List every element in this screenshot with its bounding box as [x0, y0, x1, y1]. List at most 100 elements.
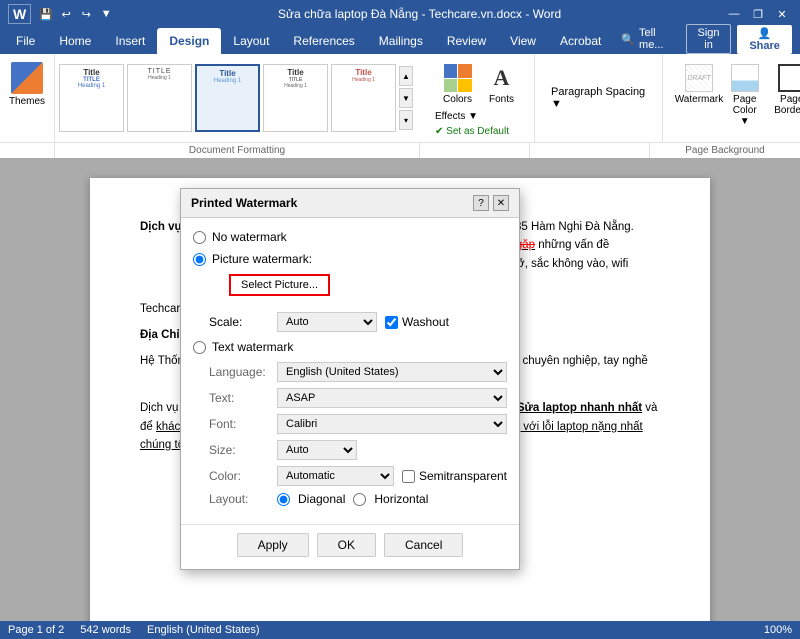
theme-item-2[interactable]: TITLE Heading 1	[127, 64, 192, 132]
horizontal-radio[interactable]	[353, 493, 366, 506]
no-watermark-label[interactable]: No watermark	[212, 230, 287, 244]
theme-item-4[interactable]: Title TITLE Heading 1	[263, 64, 328, 132]
tab-references[interactable]: References	[281, 28, 366, 54]
page-background-section: DRAFT Watermark Page Color ▼ Page B	[671, 54, 800, 142]
save-btn[interactable]: 💾	[37, 5, 55, 23]
page-color-preview	[731, 64, 759, 92]
paragraph-spacing-button[interactable]: Paragraph Spacing ▼	[551, 85, 654, 111]
tab-file[interactable]: File	[4, 28, 47, 54]
theme-item-3[interactable]: Title Heading 1	[195, 64, 260, 132]
paragraph-spacing-section: Paragraph Spacing ▼	[543, 54, 663, 142]
text-select[interactable]: ASAP	[277, 388, 507, 408]
page-borders-button[interactable]: Page Borders	[770, 58, 800, 131]
washout-label[interactable]: Washout	[402, 315, 449, 329]
gallery-scroll-down[interactable]: ▼	[399, 88, 413, 108]
color-swatch-1	[444, 64, 458, 78]
language-select[interactable]: English (United States)	[277, 362, 507, 382]
tab-home[interactable]: Home	[47, 28, 103, 54]
title-bar-controls: — ❐ ✕	[724, 4, 792, 24]
picture-watermark-label[interactable]: Picture watermark:	[212, 252, 312, 266]
themes-section-label	[0, 143, 55, 158]
page-bg-buttons: DRAFT Watermark Page Color ▼ Page B	[679, 58, 800, 131]
tab-view[interactable]: View	[498, 28, 548, 54]
effects-button[interactable]: Effects ▼	[431, 110, 528, 123]
close-btn[interactable]: ✕	[772, 4, 792, 24]
washout-checkbox[interactable]	[385, 316, 398, 329]
signin-button[interactable]: Sign in	[686, 24, 732, 54]
redo-btn[interactable]: ↪	[77, 5, 95, 23]
watermark-label: Watermark	[675, 94, 724, 105]
restore-btn[interactable]: ❐	[748, 4, 768, 24]
diagonal-radio[interactable]	[277, 493, 290, 506]
tab-acrobat[interactable]: Acrobat	[548, 28, 613, 54]
colors-icon	[442, 62, 474, 94]
scale-select[interactable]: Auto	[277, 312, 377, 332]
tell-me-input[interactable]: 🔍 Tell me...	[613, 25, 679, 53]
select-picture-button[interactable]: Select Picture...	[229, 274, 330, 296]
theme-item-1[interactable]: Title TITLE Heading 1	[59, 64, 124, 132]
language-field-label: Language:	[209, 365, 269, 379]
gallery-scroll-more[interactable]: ▾	[399, 110, 413, 130]
ribbon-right: 🔍 Tell me... Sign in 👤 Share	[613, 24, 800, 54]
color-row: Color: Automatic Semitransparent	[209, 466, 507, 486]
page-color-button[interactable]: Page Color ▼	[723, 58, 766, 131]
layout-field-label: Layout:	[209, 492, 269, 506]
color-swatch-3	[444, 79, 458, 93]
picture-watermark-radio[interactable]	[193, 253, 206, 266]
set-default-button[interactable]: ✔ Set as Default	[431, 125, 528, 138]
font-select[interactable]: Calibri	[277, 414, 507, 434]
page-info: Page 1 of 2	[8, 624, 64, 636]
status-right: 100%	[764, 624, 792, 636]
layout-row: Layout: Diagonal Horizontal	[209, 492, 507, 506]
color-select[interactable]: Automatic	[277, 466, 394, 486]
page-color-label: Page Color ▼	[727, 94, 762, 127]
quick-access-toolbar: 💾 ↩ ↪ ▼	[37, 5, 115, 23]
colors-button[interactable]: Colors	[438, 58, 478, 109]
gallery-scroll-up[interactable]: ▲	[399, 66, 413, 86]
language-row: Language: English (United States)	[209, 362, 507, 382]
color-field-label: Color:	[209, 469, 269, 483]
themes-gallery: Title TITLE Heading 1 TITLE Heading 1	[59, 58, 413, 138]
semitransparent-label[interactable]: Semitransparent	[419, 469, 507, 483]
fonts-button[interactable]: A Fonts	[482, 58, 522, 109]
size-select[interactable]: Auto	[277, 440, 357, 460]
paragraph-spacing-label: Paragraph Spacing ▼	[551, 86, 654, 110]
semitransparent-checkbox[interactable]	[402, 470, 415, 483]
undo-btn[interactable]: ↩	[57, 5, 75, 23]
dialog-footer: Apply OK Cancel	[181, 524, 519, 569]
font-row: Font: Calibri	[209, 414, 507, 434]
dialog-title: Printed Watermark	[191, 196, 297, 210]
diagonal-label[interactable]: Diagonal	[298, 492, 345, 506]
scale-row: Scale: Auto Washout	[209, 312, 507, 332]
zoom-level: 100%	[764, 624, 792, 636]
text-watermark-radio[interactable]	[193, 341, 206, 354]
dialog-help-btn[interactable]: ?	[473, 195, 489, 211]
watermark-button[interactable]: DRAFT Watermark	[679, 58, 719, 131]
theme-item-5[interactable]: Title Heading 1	[331, 64, 396, 132]
minimize-btn[interactable]: —	[724, 4, 744, 24]
tab-review[interactable]: Review	[435, 28, 498, 54]
no-watermark-radio[interactable]	[193, 231, 206, 244]
tab-layout[interactable]: Layout	[221, 28, 281, 54]
cancel-button[interactable]: Cancel	[384, 533, 463, 557]
share-button[interactable]: 👤 Share	[737, 25, 792, 54]
text-watermark-row: Text watermark	[193, 340, 507, 354]
apply-button[interactable]: Apply	[237, 533, 309, 557]
tab-mailings[interactable]: Mailings	[367, 28, 435, 54]
tab-insert[interactable]: Insert	[103, 28, 157, 54]
document-area: ASAP Dịch vụ Sửa laptop tại Đà Nẵng của …	[0, 158, 800, 621]
color-swatch-2	[458, 64, 472, 78]
dialog-close-btn[interactable]: ✕	[493, 195, 509, 211]
text-watermark-label[interactable]: Text watermark	[212, 340, 293, 354]
horizontal-label[interactable]: Horizontal	[374, 492, 428, 506]
themes-section: Themes	[0, 54, 55, 142]
colors-fonts-section: Colors A Fonts Effects ▼ ✔ Set as Defaul…	[425, 54, 535, 142]
customize-qat-btn[interactable]: ▼	[97, 5, 115, 23]
scale-label: Scale:	[209, 315, 269, 329]
semitransparent-row: Semitransparent	[402, 469, 507, 483]
themes-button[interactable]: Themes	[3, 58, 51, 111]
tab-design[interactable]: Design	[157, 28, 221, 54]
pb-section-label: Page Background	[650, 143, 800, 158]
colors-label: Colors	[443, 94, 472, 105]
ok-button[interactable]: OK	[317, 533, 376, 557]
